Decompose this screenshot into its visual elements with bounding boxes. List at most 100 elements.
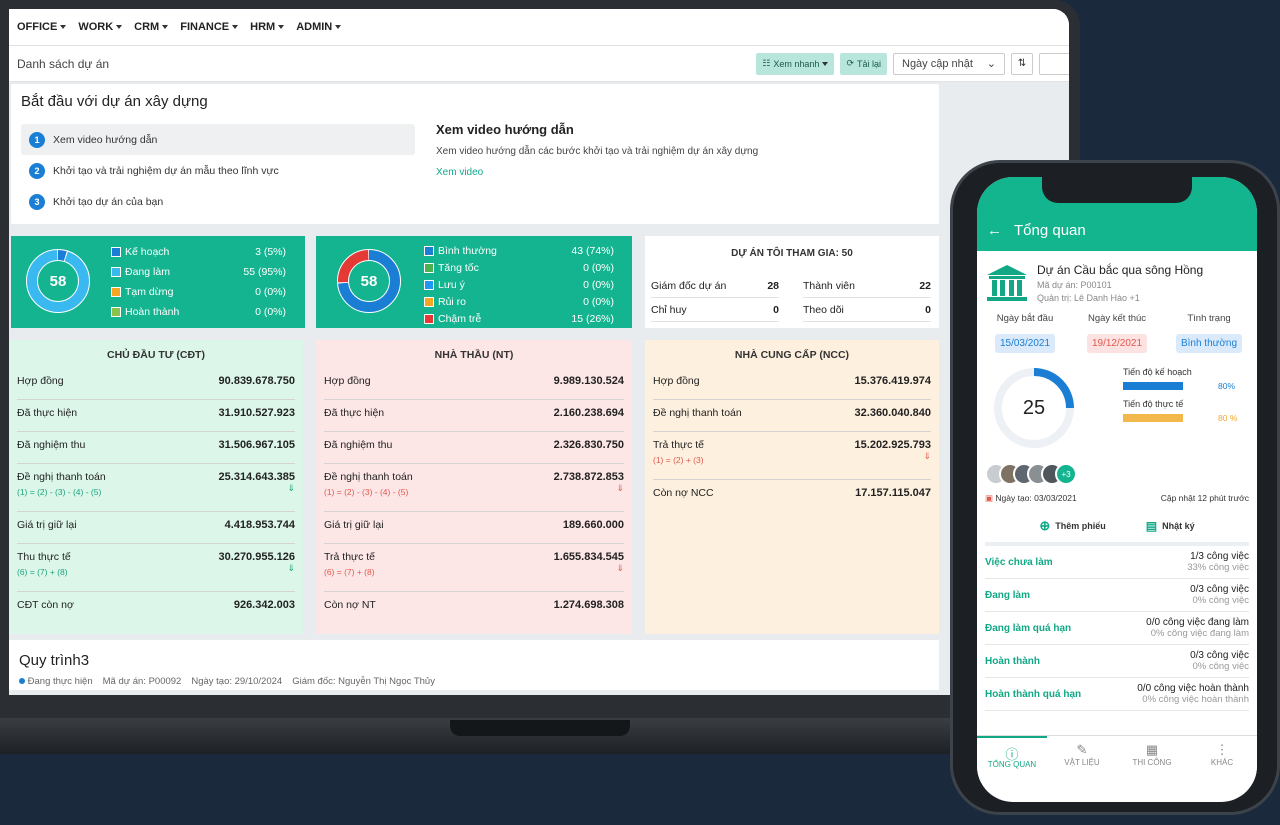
actual-progress-row: 80 % [1123, 413, 1253, 423]
finance-formula: (1) = (2) - (3) - (4) - (5) [324, 487, 409, 497]
task-category: Đang làm quá hạn [985, 622, 1072, 634]
finance-value: 189.660.000 [562, 519, 624, 531]
role-count[interactable]: Giám đốc dự án 28 [651, 274, 779, 298]
finance-row[interactable]: Đề nghị thanh toán (1) = (2) - (3) - (4) … [324, 464, 624, 512]
nav-finance[interactable]: FINANCE [180, 21, 239, 33]
task-row-done[interactable]: Hoàn thành 0/3 công việc 0% công việc [985, 645, 1249, 678]
quick-view-button[interactable]: ☷ Xem nhanh [756, 52, 835, 75]
task-count: 0/3 công việc [1190, 584, 1249, 595]
finance-value: 9.989.130.524 [553, 375, 624, 387]
finance-value: 2.160.238.694 [553, 407, 624, 419]
process-meta: Đang thực hiện Mã dự án: P00092 Ngày tạo… [19, 676, 929, 687]
plan-progress-value: 80% [1218, 381, 1236, 391]
step-label: Xem video hướng dẫn [53, 133, 158, 146]
member-avatars[interactable]: +3 [985, 461, 1249, 487]
hierarchy-icon: ☷ [762, 58, 771, 68]
step-item-2[interactable]: 2 Khởi tạo và trải nghiệm dự án mẫu theo … [21, 155, 415, 186]
watch-video-link[interactable]: Xem video [436, 167, 758, 178]
role-label: Thành viên [803, 279, 855, 292]
finance-label: CĐT còn nợ [17, 599, 74, 611]
nav-finance-label: FINANCE [180, 21, 230, 33]
legend-value: 0 (0%) [255, 306, 286, 318]
role-count[interactable]: Theo dõi 0 [803, 298, 931, 322]
finance-label: Giá trị giữ lại [324, 519, 384, 531]
task-percent: 0% công việc hoàn thành [1142, 694, 1249, 705]
legend-label: Tăng tốc [438, 261, 479, 274]
finance-row[interactable]: Trả thực tế (1) = (2) + (3) 15.202.925.793… [653, 432, 931, 480]
finance-row[interactable]: Đề nghị thanh toán (1) = (2) - (3) - (4) … [17, 464, 295, 512]
step-label: Khởi tạo và trải nghiệm dự án mẫu theo l… [53, 164, 279, 177]
contractor-finance-panel: NHÀ THẦU (NT) Hợp đồng 9.989.130.524 Đã t… [316, 340, 632, 634]
nav-crm[interactable]: CRM [134, 21, 169, 33]
sort-direction-button[interactable]: ⇅ [1011, 52, 1033, 75]
legend-swatch [424, 245, 434, 256]
nav-admin-label: ADMIN [296, 21, 333, 33]
step-item-3[interactable]: 3 Khởi tạo dự án của bạn [21, 186, 415, 217]
finance-value: 15.376.419.974 [854, 375, 931, 387]
toolbar: Danh sách dự án ☷ Xem nhanh ⟳ Tải lại Ngày… [9, 46, 1069, 82]
tab-construction[interactable]: ▦ THI CÔNG [1117, 736, 1187, 783]
top-navigation: OFFICE WORK CRM FINANCE HRM ADMIN [9, 9, 1069, 46]
legend-label: Lưu ý [438, 278, 465, 291]
expand-icon: ⇓ [287, 563, 295, 573]
legend-label: Kế hoạch [125, 246, 170, 258]
project-admin: Quản trị: Lê Danh Hào +1 [1037, 293, 1140, 303]
project-overview: Dự án Cầu bắc qua sông Hồng Mã dự án: P0… [977, 263, 1257, 546]
tab-materials[interactable]: ✎ VẬT LIỆU [1047, 736, 1117, 783]
legend-label: Đang làm [125, 266, 170, 278]
legend-value: 0 (0%) [583, 295, 614, 308]
finance-row[interactable]: Trả thực tế (6) = (7) + (8) 1.655.834.545 ⇓ [324, 544, 624, 592]
finance-row: Còn nợ NT 1.274.698.308 [324, 592, 624, 624]
role-value: 0 [773, 303, 779, 316]
tab-overview[interactable]: ⓘ TỔNG QUAN [977, 736, 1047, 783]
start-date-cell: Ngày bắt đầu 15/03/2021 [985, 313, 1065, 353]
legend-row-doing: Đang làm 55 (95%) [111, 262, 286, 282]
search-input[interactable] [1039, 52, 1069, 75]
step-number: 2 [29, 162, 45, 179]
nav-admin[interactable]: ADMIN [296, 21, 342, 33]
finance-value: 1.655.834.545 [553, 551, 624, 563]
finance-row: Hợp đồng 15.376.419.974 [653, 368, 931, 400]
task-row-done-overdue[interactable]: Hoàn thành quá hạn 0/0 công việc hoàn thà… [985, 678, 1249, 711]
project-actions: ⊕ Thêm phiếu ▤ Nhật ký [985, 518, 1249, 546]
reload-button[interactable]: ⟳ Tải lại [840, 52, 887, 75]
finance-label: Thu thực tế [17, 551, 71, 563]
nav-office[interactable]: OFFICE [17, 21, 67, 33]
finance-row: Còn nợ NCC 17.157.115.047 [653, 480, 931, 512]
nav-hrm[interactable]: HRM [250, 21, 285, 33]
process-code: Mã dự án: P00092 [102, 676, 182, 687]
step-item-1[interactable]: 1 Xem video hướng dẫn [21, 124, 415, 155]
investor-panel-title: CHỦ ĐẦU TƯ (CĐT) [107, 349, 205, 361]
task-percent: 0% công việc đang làm [1150, 628, 1249, 639]
finance-value: 25.314.643.385 [218, 471, 295, 483]
process-card[interactable]: Quy trình3 Đang thực hiện Mã dự án: P000… [9, 640, 939, 690]
finance-value: 1.274.698.308 [553, 599, 624, 611]
finance-value-group: 30.270.955.126 ⇓ [219, 551, 295, 574]
project-heading: Dự án Cầu bắc qua sông Hồng Mã dự án: P0… [985, 263, 1249, 303]
task-row-doing[interactable]: Đang làm 0/3 công việc 0% công việc [985, 579, 1249, 612]
legend-label: Hoàn thành [125, 306, 180, 318]
finance-value-group: 15.202.925.793 ⇓ [855, 439, 931, 462]
more-vertical-icon: ⋮ [1215, 742, 1229, 757]
project-code: Mã dự án: P00101 [1037, 280, 1112, 290]
nav-work[interactable]: WORK [78, 21, 123, 33]
log-button[interactable]: ▤ Nhật ký [1146, 518, 1195, 534]
task-stats: 0/3 công việc 0% công việc [1190, 650, 1249, 672]
role-label: Chỉ huy [651, 303, 687, 316]
role-count[interactable]: Thành viên 22 [803, 274, 931, 298]
finance-label: Hợp đồng [653, 375, 700, 387]
finance-row[interactable]: Thu thực tế (6) = (7) + (8) 30.270.955.126… [17, 544, 295, 592]
add-ticket-button[interactable]: ⊕ Thêm phiếu [1039, 518, 1105, 534]
status-total: 58 [49, 272, 67, 290]
chevron-down-icon: ⌄ [986, 58, 996, 70]
tab-more[interactable]: ⋮ KHÁC [1187, 736, 1257, 783]
role-count[interactable]: Chỉ huy 0 [651, 298, 779, 322]
legend-label: Chậm trễ [438, 312, 482, 325]
task-row-todo[interactable]: Việc chưa làm 1/3 công việc 33% công việc [985, 546, 1249, 579]
contractor-panel-title: NHÀ THẦU (NT) [434, 349, 514, 361]
sort-select[interactable]: Ngày cập nhật ⌄ [893, 52, 1005, 75]
task-row-doing-overdue[interactable]: Đang làm quá hạn 0/0 công việc đang làm 0%… [985, 612, 1249, 645]
finance-row: Hợp đồng 90.839.678.750 [17, 368, 295, 400]
plan-progress-track [1123, 382, 1198, 390]
back-arrow-icon[interactable]: ← [987, 222, 1002, 239]
